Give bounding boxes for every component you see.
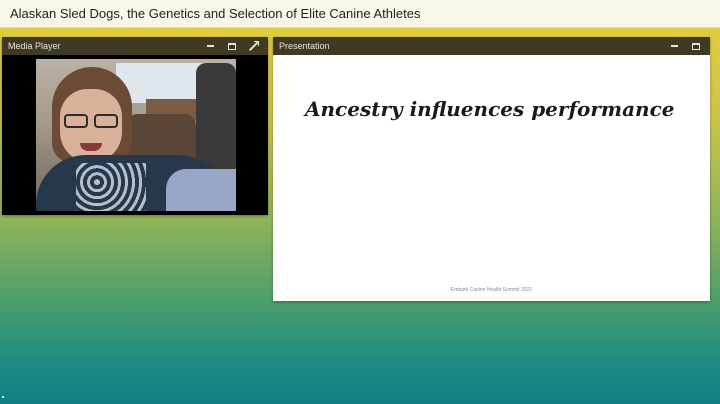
video-area[interactable]	[2, 55, 268, 215]
expand-icon	[249, 41, 259, 51]
slide-footer: Embark Canine Health Summit 2022	[450, 287, 533, 293]
media-player-header[interactable]: Media Player	[2, 37, 268, 55]
vest-pattern	[76, 163, 146, 211]
maximize-icon	[692, 42, 700, 50]
maximize-icon	[228, 42, 236, 50]
media-expand-button[interactable]	[246, 39, 262, 53]
media-minimize-button[interactable]	[202, 39, 218, 53]
background-coat	[196, 63, 236, 173]
media-player-title: Media Player	[8, 41, 61, 51]
media-maximize-button[interactable]	[224, 39, 240, 53]
speaker-sleeve	[166, 169, 236, 211]
minimize-icon	[206, 45, 214, 47]
presentation-title: Presentation	[279, 41, 330, 51]
glasses-left	[64, 114, 88, 128]
presentation-maximize-button[interactable]	[688, 39, 704, 53]
minimize-icon	[670, 45, 678, 47]
media-player-pod: Media Player	[2, 37, 268, 215]
corner-marker	[2, 396, 4, 398]
webcam-video	[36, 59, 236, 211]
slide-title: Ancestry influences performance	[305, 97, 675, 121]
meeting-title: Alaskan Sled Dogs, the Genetics and Sele…	[10, 6, 421, 21]
presentation-pod: Presentation Ancestry influences perform…	[273, 37, 710, 301]
presentation-minimize-button[interactable]	[666, 39, 682, 53]
app-titlebar: Alaskan Sled Dogs, the Genetics and Sele…	[0, 0, 720, 28]
slide-area: Ancestry influences performance Embark C…	[273, 55, 710, 301]
glasses-right	[94, 114, 118, 128]
presentation-header[interactable]: Presentation	[273, 37, 710, 55]
